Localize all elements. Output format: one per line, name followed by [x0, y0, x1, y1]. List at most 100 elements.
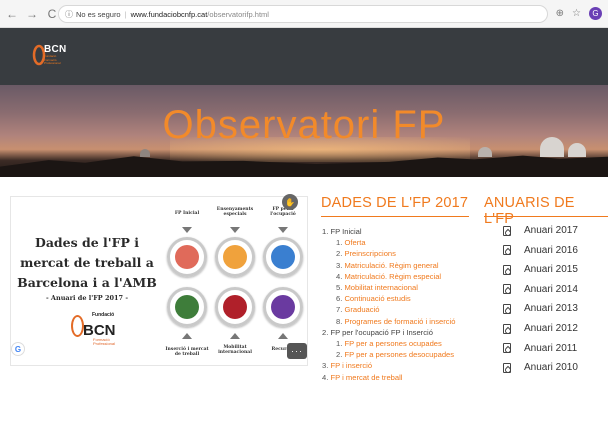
anuari-label: Anuari 2015 [524, 264, 578, 276]
anuari-link[interactable]: Anuari 2011 [503, 343, 577, 354]
people-icon [175, 245, 199, 269]
recursos-icon[interactable] [263, 287, 303, 327]
zoom-icon[interactable]: ⊕ [556, 8, 564, 19]
dades-item-label: FP Inicial [330, 227, 362, 236]
url-separator: | [124, 9, 127, 19]
url-path: /observatorifp.html [207, 9, 269, 19]
megaphone-icon [271, 295, 295, 319]
ensenyaments-icon[interactable] [215, 237, 255, 277]
cover-subtitle: - Anuari de l'FP 2017 - [45, 294, 129, 302]
fp-ocupacio-icon[interactable] [263, 237, 303, 277]
page-title: Observatori FP [162, 103, 446, 147]
arrow-down-icon [278, 227, 288, 233]
dades-item-label: Mobilitat internacional [344, 283, 418, 293]
dades-section-item: 2. FP per l'ocupació FP i Inserció [322, 327, 472, 338]
anuari-link[interactable]: Anuari 2016 [503, 245, 578, 256]
observatory-dome [140, 149, 150, 157]
security-status: No es seguro [76, 9, 121, 19]
observatory-dome [478, 147, 492, 157]
insercio-icon[interactable] [167, 287, 207, 327]
anuari-link[interactable]: Anuari 2013 [503, 303, 578, 314]
cover-label-mobilitat: Mobilitat internacional [218, 345, 252, 355]
anuari-label: Anuari 2017 [524, 225, 578, 236]
site-header: BCN Fundació Formació Professional [0, 28, 608, 85]
arrow-down-icon [230, 227, 240, 233]
dades-item-label: Continuació estudis [344, 294, 411, 304]
dades-link[interactable]: 1. Oferta [322, 237, 472, 248]
anuaris-heading: ANUARIS DE L'FP [484, 195, 575, 227]
dades-link[interactable]: 8. Programes de formació i inserció [322, 316, 472, 327]
browser-actions: ⊕ ☆ G [556, 7, 602, 20]
dades-section-item: 1. FP Inicial [322, 226, 472, 237]
dades-heading: DADES DE L'FP 2017 [321, 195, 469, 211]
fp-inicial-icon[interactable] [167, 237, 207, 277]
more-options-button[interactable]: ··· [287, 343, 307, 359]
dades-item-label: FP i inserció [330, 361, 373, 371]
bookmark-star-icon[interactable]: ☆ [572, 8, 581, 19]
hand-icon[interactable]: ✋ [282, 194, 298, 210]
pdf-icon [503, 245, 511, 256]
cover-label-ensenyaments: Ensenyaments especials [216, 207, 254, 217]
site-logo[interactable]: BCN Fundació Formació Professional [32, 40, 66, 70]
pdf-icon [503, 343, 511, 354]
dades-item-label: Graduació [344, 305, 380, 315]
back-icon[interactable]: ← [4, 6, 20, 22]
info-icon[interactable]: ⓘ [65, 9, 73, 20]
address-bar[interactable]: ⓘ No es seguro | www.fundaciobcnfp.cat/o… [58, 5, 548, 23]
dades-link[interactable]: 2. Preinscripcions [322, 248, 472, 259]
dades-item-label: Matriculació. Règim general [344, 260, 439, 270]
dades-link[interactable]: 6. Continuació estudis [322, 293, 472, 304]
anuari-label: Anuari 2014 [524, 283, 578, 295]
anuari-label: Anuari 2016 [524, 244, 578, 256]
pdf-icon [503, 323, 511, 334]
anuari-label: Anuari 2011 [524, 342, 578, 354]
cover-label-insercio: Inserció i mercat de treball [165, 347, 209, 357]
worker-icon [271, 245, 295, 269]
dades-link[interactable]: 5. Mobilitat internacional [322, 282, 472, 293]
cover-logo: Fundació BCN Formació Professional [71, 308, 121, 346]
dades-link[interactable]: 2. FP per a persones desocupades [322, 349, 472, 360]
dades-link[interactable]: 3. Matriculació. Règim general [322, 260, 472, 271]
dades-item-label: FP per l'ocupació FP i Inserció [330, 327, 433, 337]
logo-subtext: Fundació Formació Professional [44, 54, 61, 65]
anuari-link[interactable]: Anuari 2014 [503, 284, 578, 295]
dades-item-label: Matriculació. Règim especial [344, 271, 442, 281]
briefcase-icon [175, 295, 199, 319]
dades-item-label: FP per a persones desocupades [344, 350, 455, 360]
anuari-link[interactable]: Anuari 2017 [503, 225, 578, 236]
arrow-up-icon [230, 333, 240, 339]
dades-link[interactable]: 4. FP i mercat de treball [322, 372, 472, 383]
dades-item-label: FP i mercat de treball [330, 372, 403, 382]
browser-toolbar: ← → C ⓘ No es seguro | www.fundaciobcnfp… [0, 0, 608, 28]
dades-link[interactable]: 3. FP i inserció [322, 360, 472, 371]
forward-icon[interactable]: → [24, 6, 40, 22]
anuari-label: Anuari 2010 [524, 362, 578, 374]
arrow-up-icon [278, 333, 288, 339]
pdf-icon [503, 303, 511, 314]
arrow-down-icon [182, 227, 192, 233]
cover-title: Dades de l'FP i mercat de treball a Barc… [17, 235, 157, 290]
anuaris-divider [484, 216, 608, 217]
dades-link[interactable]: 7. Graduació [322, 304, 472, 315]
pdf-icon [503, 362, 511, 373]
dades-item-label: FP per a persones ocupades [344, 339, 442, 349]
anuari-link[interactable]: Anuari 2010 [503, 362, 578, 373]
cover-logo-top: Fundació [92, 312, 115, 318]
hero-banner: Observatori FP [0, 85, 608, 177]
mobilitat-icon[interactable] [215, 287, 255, 327]
arrow-up-icon [182, 333, 192, 339]
profile-avatar[interactable]: G [589, 7, 602, 20]
cover-label-fp-ocupacio: FP per a l'ocupació [270, 207, 296, 217]
anuari-link[interactable]: Anuari 2012 [503, 323, 578, 334]
dades-item-label: Programes de formació i inserció [344, 316, 456, 326]
dades-divider [321, 216, 469, 217]
dades-link[interactable]: 1. FP per a persones ocupades [322, 338, 472, 349]
dades-link[interactable]: 4. Matriculació. Règim especial [322, 271, 472, 282]
anuari-label: Anuari 2013 [524, 303, 578, 315]
anuari-cover-image[interactable]: Dades de l'FP i mercat de treball a Barc… [10, 196, 308, 366]
anuari-link[interactable]: Anuari 2015 [503, 264, 578, 275]
pdf-icon [503, 225, 511, 236]
url-host: www.fundaciobcnfp.cat [130, 9, 208, 19]
google-lens-icon[interactable]: G [11, 342, 25, 356]
person-icon [223, 245, 247, 269]
